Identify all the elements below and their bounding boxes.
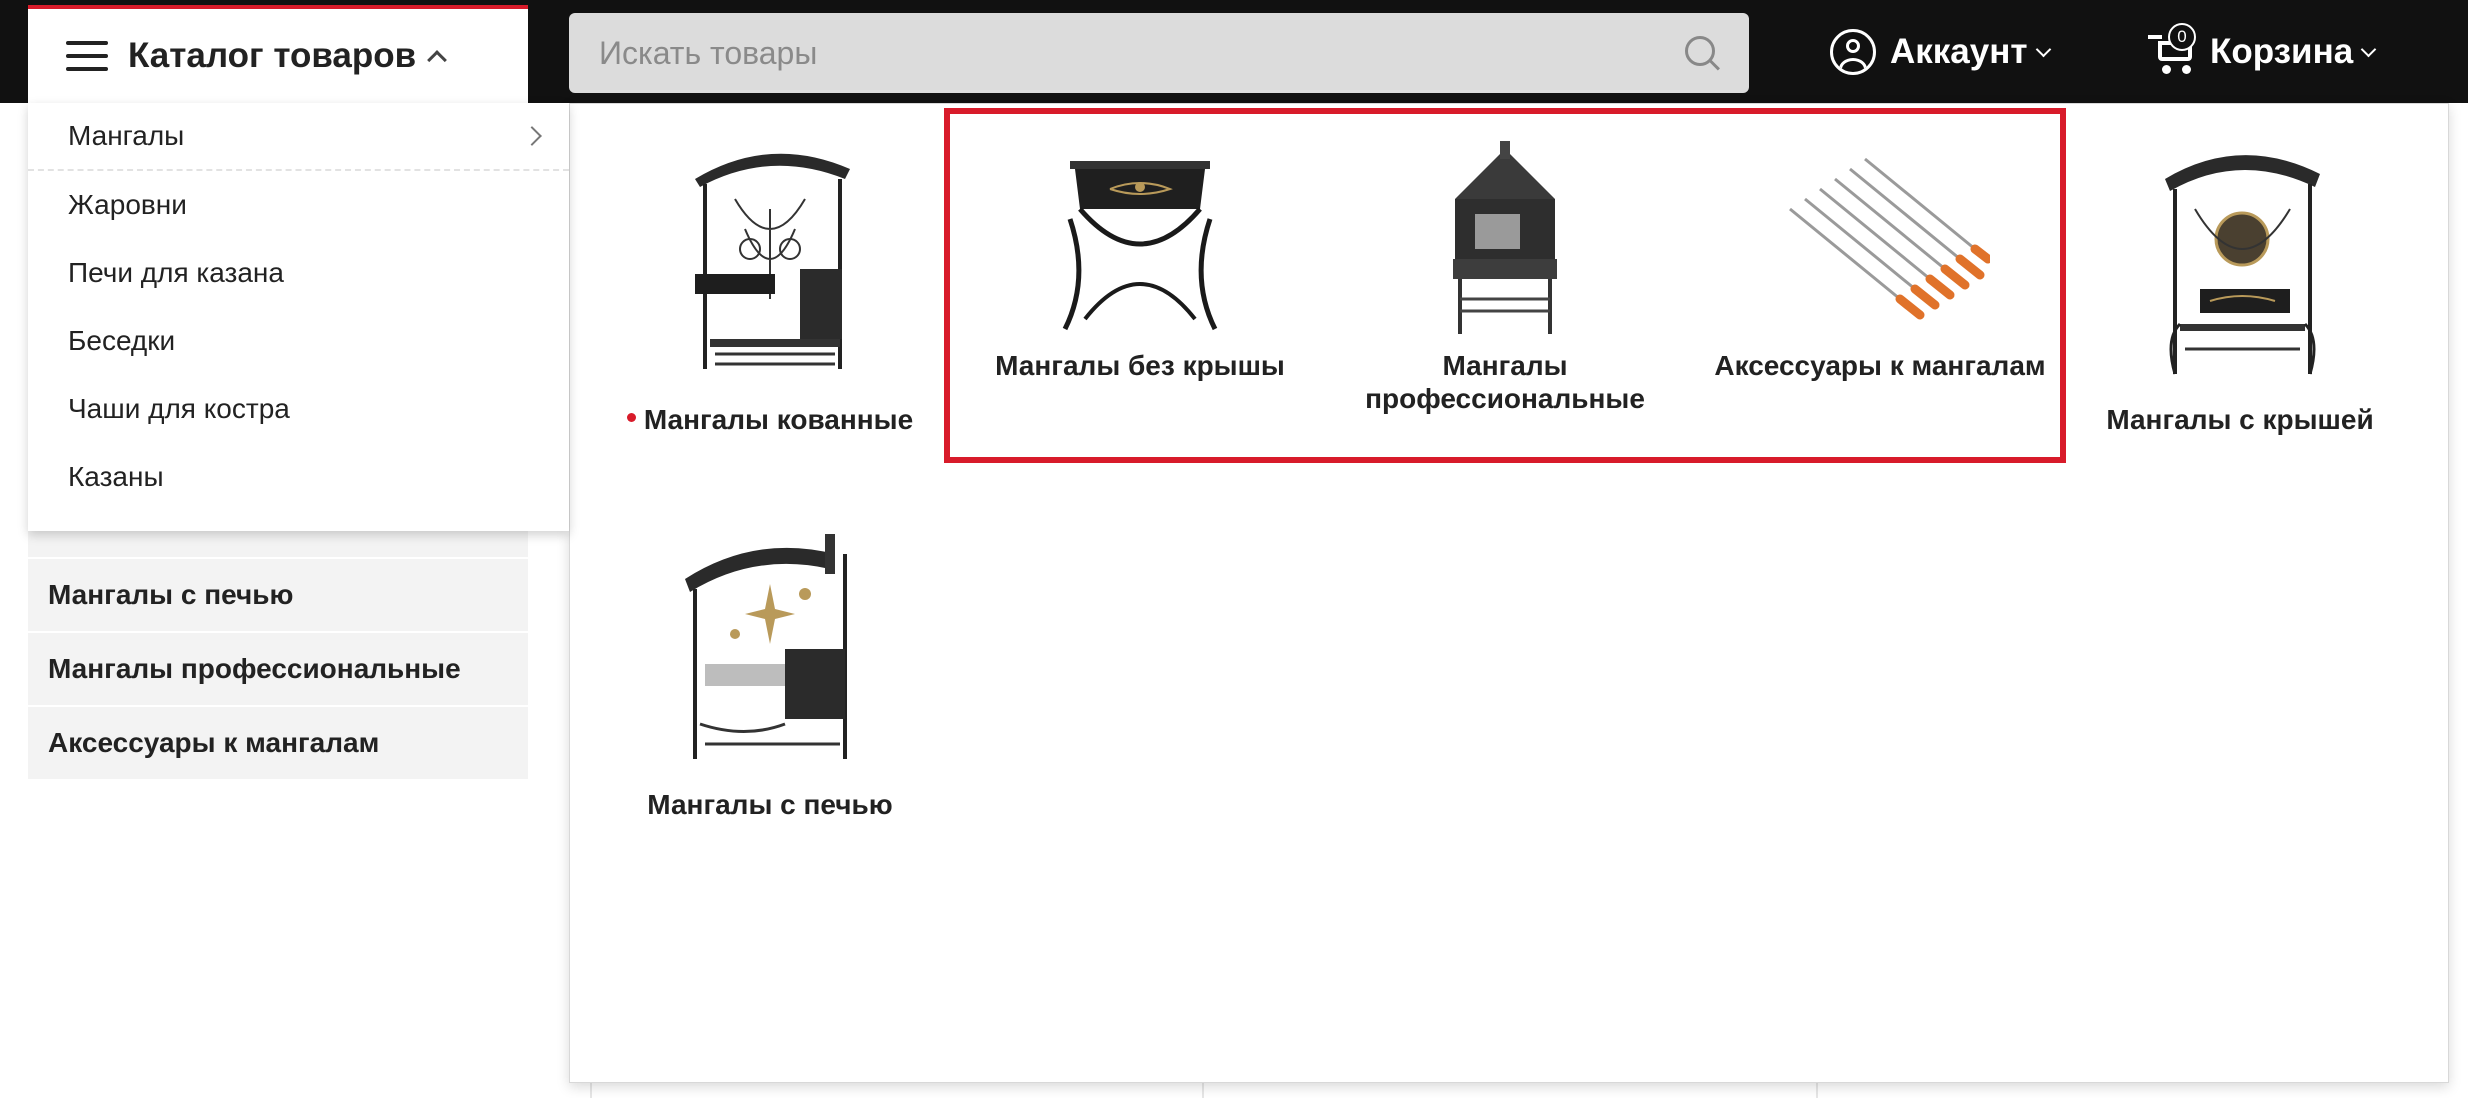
grill-no-roof-image [1062,161,1218,331]
account-label: Аккаунт [1890,32,2028,71]
active-dot-icon [626,413,636,423]
search-icon[interactable] [1685,36,1719,70]
sidebar-item-grill-with-stove[interactable]: Мангалы с печью [28,559,528,631]
grill-with-roof-image [2165,155,2320,375]
forged-grill-image [695,153,850,369]
category-label: Мангалы с печью [647,789,893,820]
dropdown-item-label: Чаши для костра [68,393,290,424]
dropdown-item-label: Печи для казана [68,257,284,288]
dropdown-item-label: Казаны [68,461,164,492]
search-bar [569,13,1749,93]
catalog-dropdown: Мангалы Жаровни Печи для казана Беседки … [28,103,569,531]
category-grills-no-roof[interactable]: Мангалы без крышы [980,139,1300,382]
category-label: Мангалы кованные [643,404,914,435]
skewers-image [1789,157,1990,320]
grill-with-stove-image [685,534,847,759]
cart-icon: 0 [2148,23,2198,75]
professional-grill-image [1453,141,1557,334]
category-grills-with-stove[interactable]: Мангалы с печью [620,524,920,821]
top-bar: Каталог товаров Аккаунт 0 Корзина [0,0,2468,103]
chevron-right-icon [522,126,542,146]
category-forged-grills[interactable]: Мангалы кованные [620,139,920,436]
chevron-up-icon [427,50,448,70]
sidebar-item-grill-accessories[interactable]: Аксессуары к мангалам [28,707,528,779]
category-professional-grills[interactable]: Мангалы профессиональные [1340,139,1670,415]
category-label: Мангалы профессиональные [1365,350,1645,414]
dropdown-item-label: Мангалы [68,120,185,151]
dropdown-item-kazans[interactable]: Казаны [28,443,569,511]
dropdown-item-gazebos[interactable]: Беседки [28,307,569,375]
dropdown-item-fire-bowls[interactable]: Чаши для костра [28,375,569,443]
menu-icon [66,41,108,71]
dropdown-item-label: Беседки [68,325,176,356]
chevron-down-icon [2035,41,2051,57]
category-label: Аксессуары к мангалам [1714,350,2046,381]
catalog-label: Каталог товаров [128,36,417,75]
account-button[interactable]: Аккаунт [1830,22,2051,82]
category-label: Мангалы с крышей [2106,404,2374,435]
category-label: Мангалы без крышы [995,350,1285,381]
cart-label: Корзина [2210,32,2354,71]
category-grill-accessories[interactable]: Аксессуары к мангалам [1690,139,2070,382]
chevron-down-icon [2360,41,2377,57]
category-grills-with-roof[interactable]: Мангалы с крышей [2075,139,2405,436]
dropdown-item-grills[interactable]: Мангалы [28,103,569,171]
subcategory-panel: Мангалы кованные Мангалы без крышы Манга… [569,103,2449,1083]
search-input[interactable] [599,34,1685,72]
dropdown-item-kazan-stoves[interactable]: Печи для казана [28,239,569,307]
cart-count-badge: 0 [2168,23,2196,51]
sidebar-item-professional-grills[interactable]: Мангалы профессиональные [28,633,528,705]
catalog-button[interactable]: Каталог товаров [28,5,528,103]
cart-button[interactable]: 0 Корзина [2148,22,2377,82]
dropdown-item-label: Жаровни [68,189,187,220]
user-icon [1830,29,1876,75]
dropdown-item-braziers[interactable]: Жаровни [28,171,569,239]
